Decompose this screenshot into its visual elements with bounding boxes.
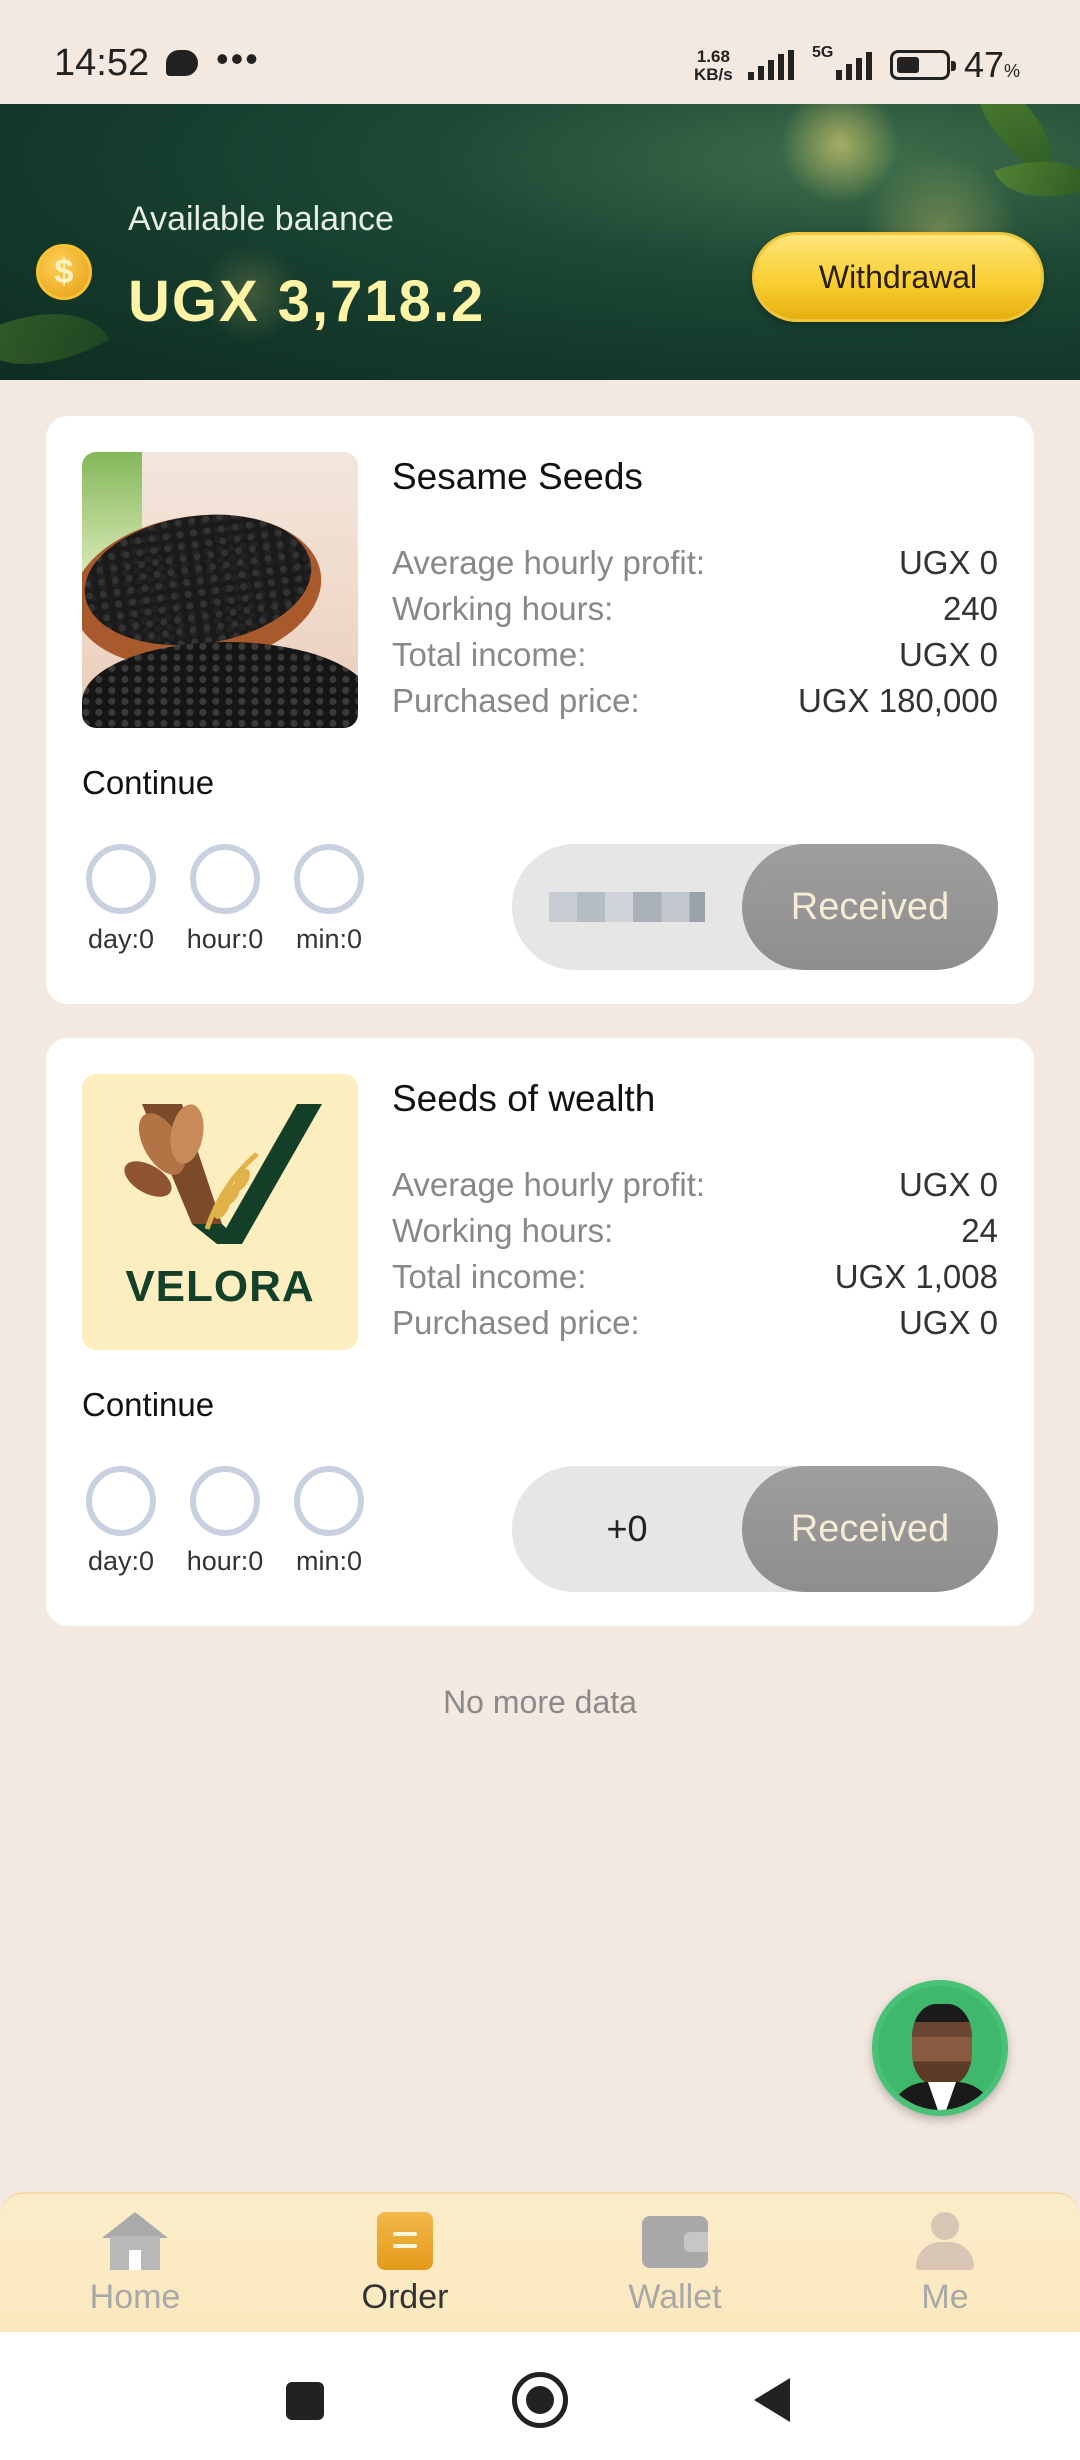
sesame-seeds-image <box>82 452 358 728</box>
received-button[interactable]: Received <box>742 844 998 970</box>
info-row-purchased-price: Purchased price: UGX 0 <box>392 1304 998 1342</box>
status-bar: 14:52 ••• 1.68 KB/s 5G 47% <box>0 0 1080 104</box>
timer-hour: hour:0 <box>187 844 263 955</box>
balance-label: Available balance <box>128 200 394 238</box>
info-row-total-income: Total income: UGX 0 <box>392 636 998 674</box>
timer-min: min:0 <box>292 1466 366 1577</box>
balance-value: UGX 3,718.2 <box>128 269 486 334</box>
card-title: Seeds of wealth <box>392 1078 656 1119</box>
timer-day: day:0 <box>84 844 158 955</box>
wallet-icon <box>642 2212 708 2270</box>
battery-percent: 47% <box>964 44 1021 85</box>
home-button-icon[interactable] <box>512 2372 568 2428</box>
network-type: 5G <box>812 44 834 61</box>
status-continue: Continue <box>82 764 215 801</box>
no-more-data-text: No more data <box>443 1684 637 1720</box>
card-title: Sesame Seeds <box>392 456 643 497</box>
info-row-working-hours: Working hours: 24 <box>392 1212 998 1250</box>
timer-ring <box>294 1466 364 1536</box>
bottom-nav: Home Order Wallet Me <box>0 2192 1080 2332</box>
info-label: Working hours: <box>392 1212 614 1249</box>
info-value: UGX 1,008 <box>834 1258 998 1295</box>
nav-item-me[interactable]: Me <box>860 2212 1030 2317</box>
balance-banner: $ Available balance UGX 3,718.2 Withdraw… <box>0 104 1080 380</box>
avatar-face <box>912 2004 972 2086</box>
info-label: Average hourly profit: <box>392 1166 706 1203</box>
timer-label: day:0 <box>87 1546 155 1576</box>
timer-day: day:0 <box>84 1466 158 1577</box>
back-icon[interactable] <box>754 2378 790 2422</box>
nav-label: Home <box>89 2278 181 2316</box>
status-continue: Continue <box>82 1386 215 1423</box>
system-nav-bar <box>0 2332 1080 2460</box>
nav-label: Wallet <box>628 2278 722 2316</box>
timer-ring <box>190 1466 260 1536</box>
timer-label: day:0 <box>87 924 155 954</box>
timer-label: hour:0 <box>186 924 264 954</box>
info-value: UGX 180,000 <box>798 682 998 719</box>
velora-v-logo-icon <box>124 1104 322 1244</box>
coin-icon: $ <box>36 244 92 300</box>
info-row-working-hours: Working hours: 240 <box>392 590 998 628</box>
info-row-total-income: Total income: UGX 1,008 <box>392 1258 998 1296</box>
info-label: Purchased price: <box>392 1304 640 1341</box>
customer-service-avatar-button[interactable] <box>872 1980 1008 2116</box>
info-label: Average hourly profit: <box>392 544 706 581</box>
timer-ring <box>190 844 260 914</box>
person-icon <box>912 2212 978 2270</box>
earnings-pill: Received <box>512 844 998 970</box>
pill-value <box>512 844 742 970</box>
obscured-value <box>549 892 705 922</box>
nav-item-order[interactable]: Order <box>320 2212 490 2317</box>
nav-item-wallet[interactable]: Wallet <box>590 2212 760 2317</box>
pill-value: +0 <box>606 1508 648 1549</box>
info-value: 240 <box>942 590 998 627</box>
info-row-purchased-price: Purchased price: UGX 180,000 <box>392 682 998 720</box>
info-label: Total income: <box>392 636 587 673</box>
timer-min: min:0 <box>292 844 366 955</box>
withdrawal-button[interactable]: Withdrawal <box>752 232 1044 322</box>
velora-logo-image: VELORA <box>82 1074 358 1350</box>
network-speed-unit: KB/s <box>694 65 733 84</box>
battery-icon <box>890 50 956 80</box>
timer-ring <box>86 1466 156 1536</box>
home-icon <box>102 2212 168 2270</box>
network-speed-value: 1.68 <box>696 47 730 66</box>
nav-label: Me <box>921 2278 969 2316</box>
info-label: Purchased price: <box>392 682 640 719</box>
timer-ring <box>294 844 364 914</box>
velora-logo-text: VELORA <box>125 1262 315 1311</box>
nav-label: Order <box>361 2278 449 2316</box>
recent-apps-icon[interactable] <box>286 2382 324 2420</box>
order-icon <box>377 2212 433 2270</box>
info-row-hourly-profit: Average hourly profit: UGX 0 <box>392 544 998 582</box>
timer-label: min:0 <box>295 1546 363 1576</box>
status-time: 14:52 <box>54 42 150 84</box>
network-speed: 1.68 KB/s <box>694 48 733 84</box>
chat-notification-icon <box>166 50 198 76</box>
info-value: UGX 0 <box>898 636 998 673</box>
info-label: Total income: <box>392 1258 587 1295</box>
nav-item-home[interactable]: Home <box>50 2212 220 2317</box>
info-label: Working hours: <box>392 590 614 627</box>
timer-hour: hour:0 <box>187 1466 263 1577</box>
timer-ring <box>86 844 156 914</box>
timer-label: min:0 <box>295 924 363 954</box>
product-card: Sesame Seeds Average hourly profit: UGX … <box>46 416 1034 1004</box>
more-notifications-icon: ••• <box>216 38 260 79</box>
product-card: VELORA Seeds of wealth Average hourly pr… <box>46 1038 1034 1626</box>
signal-5g-icon <box>836 50 872 80</box>
signal-icon <box>748 50 794 80</box>
info-value: 24 <box>961 1212 998 1249</box>
info-value: UGX 0 <box>898 544 998 581</box>
received-button[interactable]: Received <box>742 1466 998 1592</box>
info-row-hourly-profit: Average hourly profit: UGX 0 <box>392 1166 998 1204</box>
info-value: UGX 0 <box>898 1304 998 1341</box>
earnings-pill: +0 Received <box>512 1466 998 1592</box>
info-value: UGX 0 <box>898 1166 998 1203</box>
timer-label: hour:0 <box>186 1546 264 1576</box>
